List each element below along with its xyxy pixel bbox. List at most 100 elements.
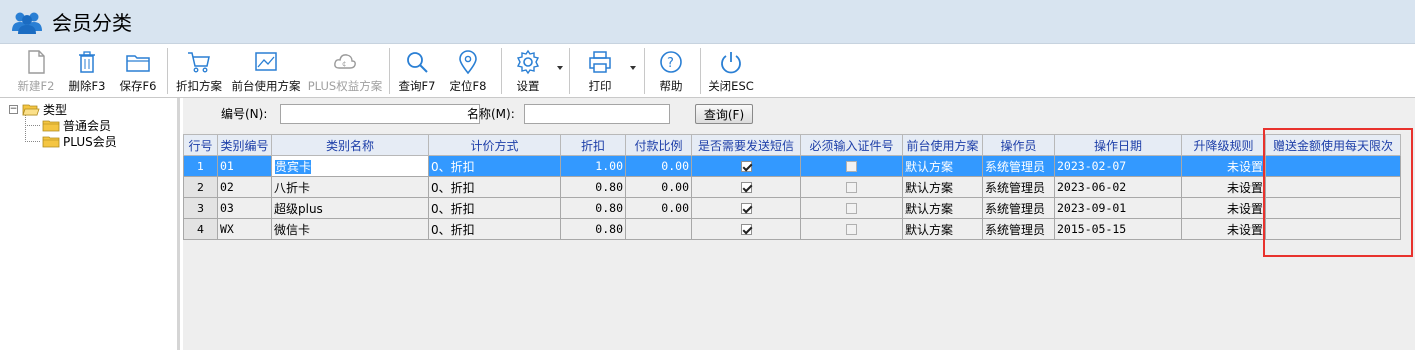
tree-node-plus-member[interactable]: PLUS会员	[42, 133, 117, 149]
cell-front-plan[interactable]: 默认方案	[902, 155, 983, 177]
checkbox[interactable]	[846, 182, 857, 193]
table-row[interactable]: 2 02 八折卡 0、折扣 0.80 0.00 默认方案 系统管理员 2023-06-02 未设置	[183, 176, 1401, 198]
cell-daily-limit[interactable]	[1265, 176, 1401, 198]
locate-button[interactable]: 定位F8	[447, 46, 489, 96]
front-plan-button[interactable]: 前台使用方案	[228, 46, 304, 96]
discount-plan-button[interactable]: 折扣方案	[173, 46, 225, 96]
cell-name[interactable]: 微信卡	[271, 218, 429, 240]
cell-discount[interactable]: 0.80	[560, 176, 626, 198]
cell-no[interactable]: 4	[183, 218, 218, 240]
cell-pricing[interactable]: 0、折扣	[428, 218, 561, 240]
print-button[interactable]: 打印	[580, 46, 620, 96]
cell-front-plan[interactable]: 默认方案	[902, 176, 983, 198]
table-row[interactable]: 4 WX 微信卡 0、折扣 0.80 默认方案 系统管理员 2015-05-15 未设置	[183, 218, 1401, 240]
save-button[interactable]: 保存F6	[117, 46, 159, 96]
cell-operator[interactable]: 系统管理员	[982, 155, 1055, 177]
settings-dropdown-caret-icon[interactable]	[557, 66, 563, 70]
cell-pay-ratio[interactable]	[625, 218, 692, 240]
cell-sms[interactable]	[691, 218, 801, 240]
cell-discount[interactable]: 0.80	[560, 197, 626, 219]
cell-date[interactable]: 2023-09-01	[1054, 197, 1182, 219]
checkbox[interactable]	[740, 203, 752, 214]
column-header[interactable]: 必须输入证件号	[800, 134, 903, 156]
column-header[interactable]: 前台使用方案	[902, 134, 983, 156]
cell-discount[interactable]: 0.80	[560, 218, 626, 240]
cell-operator[interactable]: 系统管理员	[982, 218, 1055, 240]
cell-name[interactable]: 八折卡	[271, 176, 429, 198]
cell-code[interactable]: 03	[217, 197, 272, 219]
cell-pricing[interactable]: 0、折扣	[428, 155, 561, 177]
column-header[interactable]: 付款比例	[625, 134, 692, 156]
cell-pay-ratio[interactable]: 0.00	[625, 176, 692, 198]
cell-pricing[interactable]: 0、折扣	[428, 176, 561, 198]
cell-operator[interactable]: 系统管理员	[982, 197, 1055, 219]
table-row[interactable]: 3 03 超级plus 0、折扣 0.80 0.00 默认方案 系统管理员 2023-09-01…	[183, 197, 1401, 219]
cell-daily-limit[interactable]	[1265, 155, 1401, 177]
delete-button[interactable]: 删除F3	[66, 46, 108, 96]
cell-front-plan[interactable]: 默认方案	[902, 218, 983, 240]
settings-button[interactable]: 设置	[508, 46, 548, 96]
table-row[interactable]: 1 01 贵宾卡 0、折扣 1.00 0.00 默认方案 系统管理员 2023-02-07 未设置	[183, 155, 1401, 177]
cell-daily-limit[interactable]	[1265, 218, 1401, 240]
cell-daily-limit[interactable]	[1265, 197, 1401, 219]
new-button[interactable]: 新建F2	[14, 46, 58, 96]
column-header[interactable]: 类别编号	[217, 134, 272, 156]
column-header[interactable]: 操作员	[982, 134, 1055, 156]
checkbox[interactable]	[740, 182, 752, 193]
cell-rule[interactable]: 未设置	[1181, 197, 1266, 219]
column-header[interactable]: 行号	[183, 134, 218, 156]
column-header[interactable]: 操作日期	[1054, 134, 1182, 156]
cell-date[interactable]: 2023-06-02	[1054, 176, 1182, 198]
cell-rule[interactable]: 未设置	[1181, 155, 1266, 177]
cell-rule[interactable]: 未设置	[1181, 176, 1266, 198]
tree-node-regular-member[interactable]: 普通会员	[42, 117, 111, 133]
cell-discount[interactable]: 1.00	[560, 155, 626, 177]
svg-text:?: ?	[667, 56, 674, 71]
help-button[interactable]: ? 帮助	[651, 46, 691, 96]
tree-node-root[interactable]: − 类型	[9, 101, 67, 117]
cell-id-required[interactable]	[800, 155, 903, 177]
cell-date[interactable]: 2023-02-07	[1054, 155, 1182, 177]
column-header[interactable]: 折扣	[560, 134, 626, 156]
cell-no[interactable]: 2	[183, 176, 218, 198]
checkbox[interactable]	[846, 224, 857, 235]
column-header[interactable]: 是否需要发送短信	[691, 134, 801, 156]
cell-rule[interactable]: 未设置	[1181, 218, 1266, 240]
cell-code[interactable]: 02	[217, 176, 272, 198]
cell-name[interactable]: 贵宾卡	[271, 155, 429, 177]
cell-sms[interactable]	[691, 155, 801, 177]
cell-pay-ratio[interactable]: 0.00	[625, 197, 692, 219]
new-button-label: 新建F2	[17, 79, 55, 93]
checkbox[interactable]	[740, 161, 752, 172]
cell-no[interactable]: 3	[183, 197, 218, 219]
checkbox[interactable]	[846, 161, 857, 172]
close-button[interactable]: 关闭ESC	[707, 46, 755, 96]
cell-date[interactable]: 2015-05-15	[1054, 218, 1182, 240]
checkbox[interactable]	[846, 203, 857, 214]
query-button[interactable]: 查询F7	[396, 46, 438, 96]
plus-plan-button[interactable]: ¢ PLUS权益方案	[307, 46, 383, 96]
cell-name[interactable]: 超级plus	[271, 197, 429, 219]
cell-front-plan[interactable]: 默认方案	[902, 197, 983, 219]
cell-code[interactable]: 01	[217, 155, 272, 177]
code-input[interactable]	[280, 104, 480, 124]
cell-id-required[interactable]	[800, 176, 903, 198]
cell-code[interactable]: WX	[217, 218, 272, 240]
column-header[interactable]: 升降级规则	[1181, 134, 1266, 156]
cell-sms[interactable]	[691, 176, 801, 198]
cell-sms[interactable]	[691, 197, 801, 219]
cell-id-required[interactable]	[800, 218, 903, 240]
cell-id-required[interactable]	[800, 197, 903, 219]
cell-pay-ratio[interactable]: 0.00	[625, 155, 692, 177]
cell-pricing[interactable]: 0、折扣	[428, 197, 561, 219]
checkbox[interactable]	[740, 224, 752, 235]
search-query-button[interactable]: 查询(F)	[695, 104, 753, 124]
cell-operator[interactable]: 系统管理员	[982, 176, 1055, 198]
column-header[interactable]: 类别名称	[271, 134, 429, 156]
collapse-icon[interactable]: −	[9, 104, 18, 114]
name-input[interactable]	[524, 104, 670, 124]
column-header[interactable]: 计价方式	[428, 134, 561, 156]
column-header[interactable]: 赠送金额使用每天限次	[1265, 134, 1401, 156]
print-dropdown-caret-icon[interactable]	[630, 66, 636, 70]
cell-no[interactable]: 1	[183, 155, 218, 177]
